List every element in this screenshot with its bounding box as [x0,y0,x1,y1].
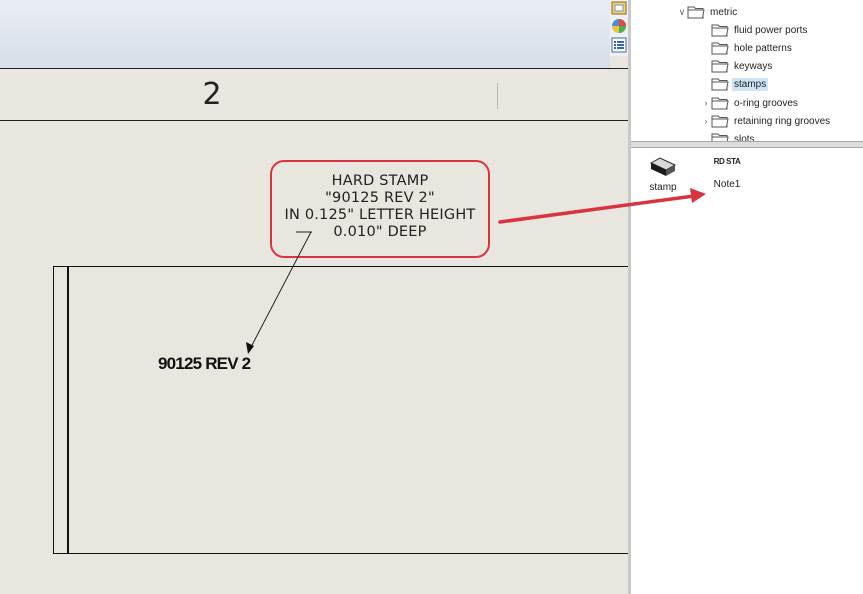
tree-item[interactable]: › retaining ring grooves [701,112,832,130]
note-thumbnail-icon: RD STA [713,157,741,166]
pane-splitter[interactable] [631,141,863,148]
chevron-down-icon[interactable]: ∨ [677,7,687,18]
chevron-right-icon[interactable]: › [701,116,711,126]
tree-label: o-ring grooves [734,97,798,109]
list-view-icon[interactable] [611,37,627,53]
tree-item[interactable]: fluid power ports [701,21,809,39]
tree-item[interactable]: slots [701,130,757,141]
file-item-note1[interactable]: RD STA Note1 [707,157,747,190]
tree-item-selected[interactable]: stamps [701,75,769,93]
tree-label: slots [734,133,755,142]
leader-line [246,231,312,354]
folder-icon [711,133,729,141]
folder-icon [711,78,729,91]
tree-item-metric[interactable]: ∨ metric [677,3,739,21]
image-folder-icon[interactable] [611,0,627,16]
mini-toolbar [610,0,628,56]
folder-icon [711,60,729,73]
tree-item[interactable]: hole patterns [701,39,794,57]
folder-icon [711,97,729,110]
design-library-pane: ∨ metric fluid power ports hole patterns [631,0,863,594]
file-item-stamp[interactable]: stamp [643,155,683,193]
chevron-right-icon[interactable]: › [701,98,711,108]
folder-icon [711,42,729,55]
tree-item[interactable]: keyways [701,57,774,75]
tree-label: hole patterns [734,42,792,54]
appearance-icon[interactable] [611,18,627,34]
tree-label: fluid power ports [734,24,808,36]
tree-label: keyways [734,60,773,72]
drawing-sheet[interactable]: 2 HARD STAMP "90125 REV 2" IN 0.125" LET… [0,0,629,594]
file-label: Note1 [713,179,741,190]
file-label: stamp [649,182,677,193]
folder-icon [711,24,729,37]
tree-label: stamps [732,77,769,91]
folder-icon [711,115,729,128]
tree-item[interactable]: › o-ring grooves [701,94,800,112]
folder-icon [687,6,705,19]
design-library-tree: ∨ metric fluid power ports hole patterns [631,0,863,141]
stamp-part-icon [649,157,677,176]
tree-label: retaining ring grooves [734,115,831,127]
tree-label-metric: metric [710,6,738,18]
